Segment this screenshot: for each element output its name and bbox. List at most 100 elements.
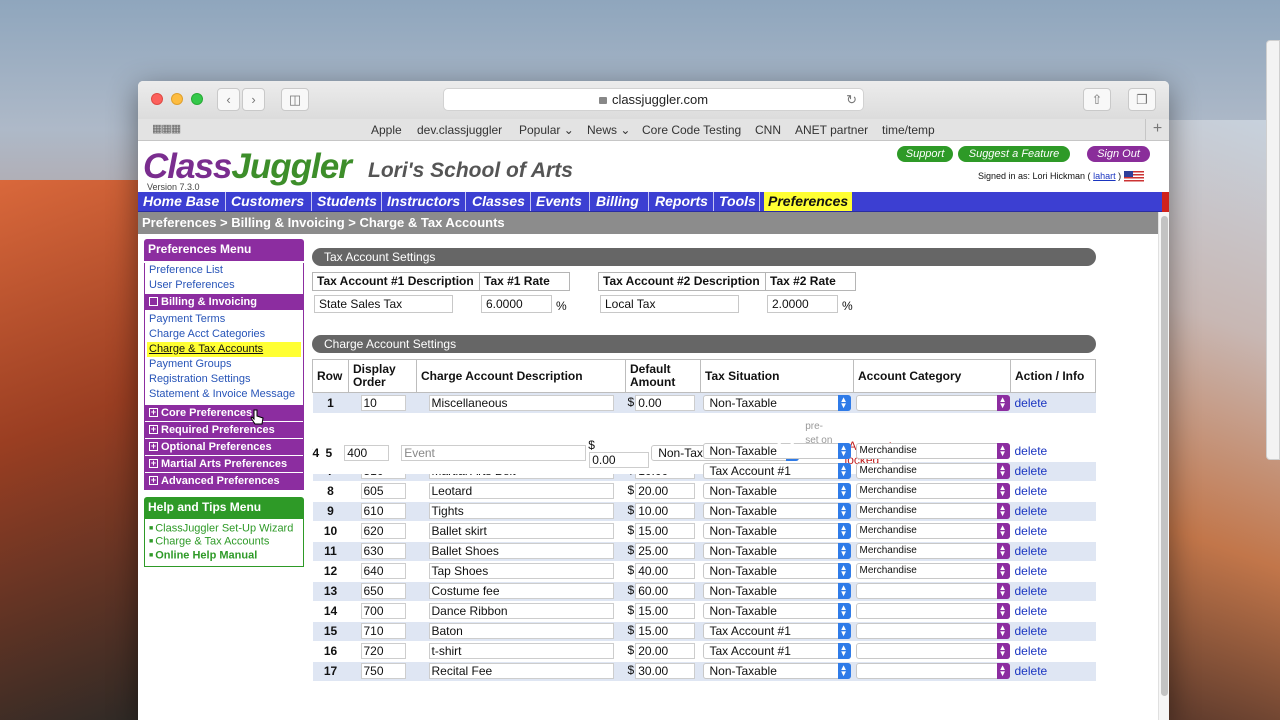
category-select[interactable]: Merchandise ▲ ▼ [855,463,1010,479]
description-input[interactable]: Miscellaneous [428,394,614,411]
description-input[interactable]: Ballet skirt [428,523,614,539]
tax-situation-select[interactable]: Non-Taxable ▲▼ [702,663,851,680]
description-input[interactable]: t-shirt [428,643,614,659]
display-order-input[interactable]: 750 [360,663,406,680]
category-select[interactable]: Merchandise ▲ ▼ [855,503,1010,519]
display-order-input[interactable]: 10 [360,394,406,411]
sidebar-item-payment-groups[interactable]: Payment Groups [145,357,303,372]
category-select[interactable]: ▲ ▼ [855,623,1010,639]
tax-situation-select[interactable]: Non-Taxable ▲▼ [702,483,851,499]
description-input[interactable]: Ballet Shoes [428,543,614,559]
page-scrollbar[interactable] [1158,212,1169,720]
sidebar-section-core-preferences[interactable]: + Core Preferences [145,404,303,421]
nav-customers[interactable]: Customers [231,192,304,211]
tax1-description-input[interactable]: State Sales Tax [314,295,453,313]
sidebar-item-user-preferences[interactable]: User Preferences [145,278,303,293]
amount-input[interactable]: 40.00 [635,563,696,579]
tax-situation-select[interactable]: Non-Taxable ▲▼ [702,523,851,539]
description-input[interactable]: Tights [428,503,614,519]
delete-link[interactable]: delete [1011,584,1048,598]
amount-input[interactable]: 30.00 [635,663,696,680]
delete-link[interactable]: delete [1011,464,1048,478]
sign-out-button[interactable]: Sign Out [1087,146,1150,162]
delete-link[interactable]: delete [1011,544,1048,558]
display-order-input[interactable]: 720 [360,643,406,659]
display-order-input[interactable]: 400 [344,444,390,461]
delete-link[interactable]: delete [1011,624,1048,638]
tax-situation-select[interactable]: Tax Account #1 ▲ ▼ [702,643,851,659]
tax-situation-select[interactable]: Non-Taxable ▲▼ [702,603,851,619]
delete-link[interactable]: delete [1011,564,1048,578]
help-item-setup-wizard[interactable]: ClassJuggler Set-Up Wizard [149,522,303,535]
forward-arrow-icon[interactable]: › [242,88,265,111]
tax-situation-select[interactable]: Tax Account #1 ▲ ▼ [702,463,851,479]
category-select[interactable]: ▲ ▼ [855,663,1010,680]
grid-icon[interactable]: ▦▦▦ [152,122,181,135]
amount-input[interactable]: 20.00 [635,643,696,659]
reload-icon[interactable]: ↻ [846,89,857,111]
tax1-rate-input[interactable]: 6.0000 [481,295,552,313]
zoom-window-button[interactable] [191,93,203,105]
tax2-description-input[interactable]: Local Tax [600,295,739,313]
sidebar-section-martial-arts-preferences[interactable]: + Martial Arts Preferences [145,455,303,472]
help-item-charge-tax-accounts[interactable]: Charge & Tax Accounts [149,535,303,548]
delete-link[interactable]: delete [1011,604,1048,618]
tax-situation-select[interactable]: Non-Taxable ▲▼ [702,503,851,519]
nav-billing[interactable]: Billing [596,192,639,211]
delete-link[interactable]: delete [1011,444,1048,458]
sidebar-item-charge-tax-accounts[interactable]: Charge & Tax Accounts [147,342,301,357]
description-input[interactable]: Baton [428,623,614,639]
delete-link[interactable]: delete [1011,524,1048,538]
description-input[interactable]: Costume fee [428,583,614,599]
nav-classes[interactable]: Classes [472,192,525,211]
share-icon[interactable]: ⇧ [1083,88,1111,111]
nav-reports[interactable]: Reports [655,192,708,211]
category-select[interactable]: Merchandise ▲ ▼ [855,543,1010,559]
username-link[interactable]: lahart [1093,171,1116,181]
tax2-rate-input[interactable]: 2.0000 [767,295,838,313]
tax-situation-select[interactable]: Non-Taxable ▲▼ [702,543,851,559]
category-select[interactable]: Merchandise ▲ ▼ [855,523,1010,539]
favorite-cnn[interactable]: CNN [755,123,781,137]
category-select[interactable]: Merchandise ▲ ▼ [855,563,1010,579]
delete-link[interactable]: delete [1011,504,1048,518]
sidebar-item-preference-list[interactable]: Preference List [145,263,303,278]
delete-link[interactable]: delete [1011,644,1048,658]
favorite-core-code-testing[interactable]: Core Code Testing [642,123,741,137]
category-select[interactable]: ▲ ▼ [855,583,1010,599]
delete-link[interactable]: delete [1011,396,1048,410]
amount-input[interactable]: 60.00 [635,583,696,599]
sidebar-section-optional-preferences[interactable]: + Optional Preferences [145,438,303,455]
display-order-input[interactable]: 605 [360,483,406,499]
category-select[interactable]: ▲ ▼ [855,394,1010,411]
nav-students[interactable]: Students [317,192,377,211]
new-tab-plus-icon[interactable]: + [1145,119,1169,140]
favorite-apple[interactable]: Apple [371,123,402,137]
delete-link[interactable]: delete [1011,484,1048,498]
amount-input[interactable]: 15.00 [635,623,696,639]
category-select[interactable]: ▲ ▼ [855,643,1010,659]
favorite-anet-partner[interactable]: ANET partner [795,123,868,137]
nav-home-base[interactable]: Home Base [143,192,219,211]
nav-tools[interactable]: Tools [719,192,756,211]
display-order-input[interactable]: 610 [360,503,406,519]
display-order-input[interactable]: 620 [360,523,406,539]
description-input[interactable]: Recital Fee [428,663,614,680]
delete-link[interactable]: delete [1011,664,1048,678]
minimize-window-button[interactable] [171,93,183,105]
amount-input[interactable]: 10.00 [635,503,696,519]
help-item-online-help-manual[interactable]: Online Help Manual [149,549,303,562]
back-arrow-icon[interactable]: ‹ [217,88,240,111]
category-select[interactable]: ▲ ▼ [855,603,1010,619]
tax-situation-select[interactable]: Non-Taxable ▲▼ [702,394,851,411]
description-input[interactable]: Tap Shoes [428,563,614,579]
sidebar-item-registration-settings[interactable]: Registration Settings [145,372,303,387]
sidebar-item-statement-invoice-message[interactable]: Statement & Invoice Message [145,387,303,402]
sidebar-toggle-icon[interactable]: ◫ [281,88,309,111]
nav-events[interactable]: Events [536,192,582,211]
sidebar-section-billing-invoicing[interactable]: Billing & Invoicing [145,293,303,310]
support-button[interactable]: Support [897,146,953,162]
display-order-input[interactable]: 630 [360,543,406,559]
category-select[interactable]: Merchandise ▲ ▼ [855,443,1010,459]
amount-input[interactable]: 15.00 [635,603,696,619]
